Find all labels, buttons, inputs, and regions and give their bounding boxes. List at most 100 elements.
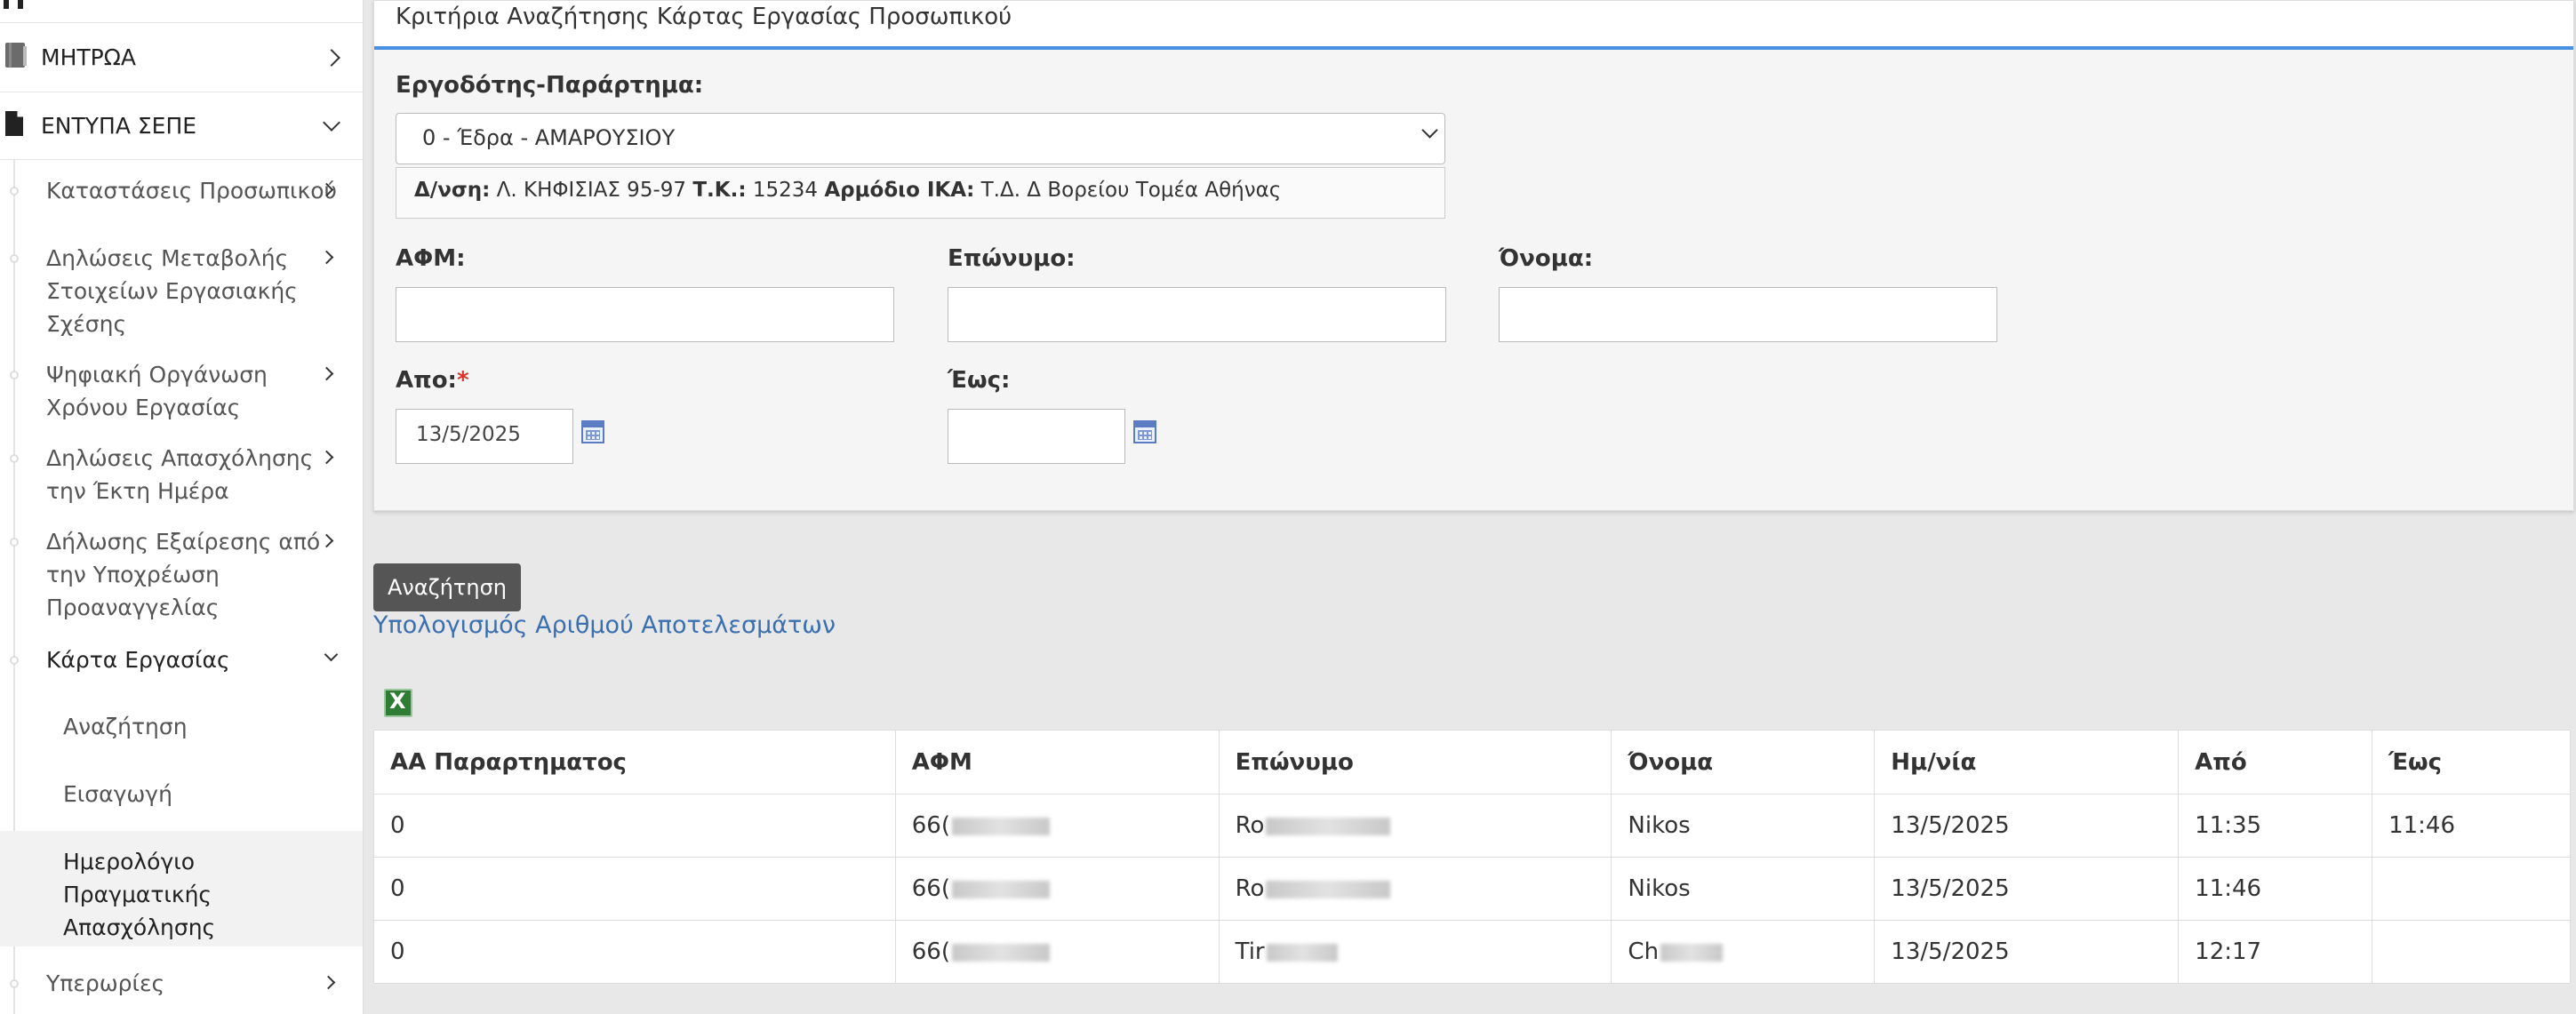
results-table: ΑΑ Παραρτηματος ΑΦΜ Επώνυμο Όνομα Ημ/νία… <box>373 730 2571 984</box>
sidebar-subitem-search[interactable]: Αναζήτηση <box>0 693 363 760</box>
tree-dot <box>10 454 19 463</box>
col-header-afm[interactable]: ΑΦΜ <box>894 730 1220 794</box>
sidebar-subitem-label: Καταστάσεις Προσωπικού <box>46 178 337 204</box>
redacted-blur <box>952 880 1050 898</box>
document-icon <box>4 110 25 142</box>
table-row[interactable]: 0 66( Ro Nikos 13/5/2025 11:35 11:46 <box>373 794 2571 858</box>
to-label: Έως: <box>948 367 1011 394</box>
sidebar-subitem-label: Κάρτα Εργασίας <box>46 647 230 673</box>
table-row[interactable]: 0 66( Ro Nikos 13/5/2025 11:46 <box>373 857 2571 921</box>
col-header-surname[interactable]: Επώνυμο <box>1218 730 1612 794</box>
panel-title: Κριτήρια Αναζήτησης Κάρτας Εργασίας Προσ… <box>396 4 1012 30</box>
ika-label: Αρμόδιο ΙΚΑ: <box>824 179 975 202</box>
cell-afm: 66( <box>894 920 1220 984</box>
postcode-value: 15234 <box>752 179 819 202</box>
employer-label: Εργοδότης-Παράρτημα: <box>396 72 704 99</box>
ika-value: Τ.Δ. Δ Βορείου Τομέα Αθήνας <box>980 179 1282 202</box>
search-criteria-panel: Κριτήρια Αναζήτησης Κάρτας Εργασίας Προσ… <box>373 0 2574 511</box>
cell-surname-text: Tir <box>1235 938 1265 965</box>
cell-name: Nikos <box>1611 794 1876 858</box>
panel-header: Κριτήρια Αναζήτησης Κάρτας Εργασίας Προσ… <box>374 1 2573 50</box>
cell-date: 13/5/2025 <box>1874 920 2180 984</box>
col-header-branch[interactable]: ΑΑ Παραρτηματος <box>373 730 896 794</box>
cell-afm-text: 66( <box>911 938 950 965</box>
employer-select[interactable]: 0 - Έδρα - ΑΜΑΡΟΥΣΙΟΥ <box>396 113 1445 164</box>
cell-branch: 0 <box>373 857 896 921</box>
sidebar-item-label: ΜΗΤΡΩΑ <box>41 44 136 70</box>
tree-dot <box>10 538 19 547</box>
calendar-icon[interactable] <box>1133 420 1156 443</box>
address-value: Λ. ΚΗΦΙΣΙΑΣ 95-97 <box>496 179 687 202</box>
address-label: Δ/νση: <box>414 179 491 202</box>
cell-name-text: Ch <box>1628 938 1660 965</box>
tree-dot <box>10 656 19 665</box>
grid-icon <box>4 0 23 9</box>
name-label: Όνομα: <box>1499 245 1594 272</box>
sidebar-subitem-calendar[interactable]: Ημερολόγιο Πραγματικής Απασχόλησης <box>0 831 363 946</box>
sidebar-subitem-exemption[interactable]: Δήλωσης Εξαίρεσης από την Υποχρέωση Προα… <box>0 525 363 627</box>
col-header-from[interactable]: Από <box>2178 730 2373 794</box>
chevron-right-icon <box>319 250 334 265</box>
sidebar-subitem-staff-statements[interactable]: Καταστάσεις Προσωπικού <box>0 174 363 210</box>
required-mark: * <box>456 367 469 394</box>
from-date-input[interactable]: 13/5/2025 <box>396 409 573 464</box>
chevron-down-icon <box>1421 122 1438 139</box>
surname-input[interactable] <box>948 287 1446 342</box>
cell-name: Ch <box>1611 920 1876 984</box>
chevron-down-icon <box>323 114 340 132</box>
col-header-to[interactable]: Έως <box>2372 730 2571 794</box>
tree-dot <box>10 371 19 379</box>
cell-from: 12:17 <box>2178 920 2373 984</box>
name-input[interactable] <box>1499 287 1997 342</box>
sidebar: ΜΗΤΡΩΑ ΕΝΤΥΠΑ ΣΕΠΕ Καταστάσεις Προσωπικο… <box>0 0 364 1014</box>
sidebar-item-registries[interactable]: ΜΗΤΡΩΑ <box>0 23 363 92</box>
cell-branch: 0 <box>373 920 896 984</box>
sidebar-subitem-digital-time[interactable]: Ψηφιακή Οργάνωση Χρόνου Εργασίας <box>0 358 363 426</box>
sidebar-subitem-label: Εισαγωγή <box>63 781 172 807</box>
from-label-text: Απο: <box>396 367 457 394</box>
redacted-blur <box>1266 880 1391 898</box>
cell-from: 11:35 <box>2178 794 2373 858</box>
chevron-down-icon <box>324 647 339 662</box>
cell-date: 13/5/2025 <box>1874 794 2180 858</box>
chevron-right-icon <box>321 975 336 990</box>
employer-info: Δ/νση: Λ. ΚΗΦΙΣΙΑΣ 95-97 Τ.Κ.: 15234 Αρμ… <box>396 167 1445 219</box>
sidebar-subitem-overtime[interactable]: Υπερωρίες <box>0 967 363 1004</box>
calendar-icon[interactable] <box>581 420 604 443</box>
cell-surname-text: Ro <box>1235 875 1265 902</box>
col-header-date[interactable]: Ημ/νία <box>1874 730 2180 794</box>
sidebar-subitem-work-card[interactable]: Κάρτα Εργασίας <box>0 643 363 681</box>
excel-icon-letter: X <box>389 689 406 714</box>
count-results-link[interactable]: Υπολογισμός Αριθμού Αποτελεσμάτων <box>373 611 836 639</box>
cell-from: 11:46 <box>2178 857 2373 921</box>
cell-afm: 66( <box>894 857 1220 921</box>
excel-export-icon[interactable]: X <box>384 689 412 717</box>
sidebar-top-item[interactable] <box>0 0 363 23</box>
cell-name: Nikos <box>1611 857 1876 921</box>
redacted-blur <box>1266 817 1391 835</box>
col-header-name[interactable]: Όνομα <box>1611 730 1876 794</box>
sidebar-subitem-status-changes[interactable]: Δηλώσεις Μεταβολής Στοιχείων Εργασιακής … <box>0 242 363 343</box>
chevron-right-icon <box>319 366 334 381</box>
sidebar-subitem-insert[interactable]: Εισαγωγή <box>0 760 363 831</box>
cell-surname: Ro <box>1218 794 1612 858</box>
redacted-blur <box>1660 943 1724 962</box>
cell-surname: Ro <box>1218 857 1612 921</box>
search-button[interactable]: Αναζήτηση <box>373 563 521 611</box>
afm-input[interactable] <box>396 287 894 342</box>
sidebar-item-label: ΕΝΤΥΠΑ ΣΕΠΕ <box>41 113 197 139</box>
cell-to: 11:46 <box>2372 794 2571 858</box>
cell-afm-text: 66( <box>911 875 950 902</box>
tree-dot <box>10 187 19 196</box>
redacted-blur <box>1266 943 1338 962</box>
sidebar-item-sepe-forms[interactable]: ΕΝΤΥΠΑ ΣΕΠΕ <box>0 92 363 160</box>
tree-dot <box>10 979 19 988</box>
cell-afm-text: 66( <box>911 812 950 839</box>
table-row[interactable]: 0 66( Tir Ch 13/5/2025 12:17 <box>373 920 2571 984</box>
cell-surname: Tir <box>1218 920 1612 984</box>
to-date-input[interactable] <box>948 409 1125 464</box>
postcode-label: Τ.Κ.: <box>692 179 747 202</box>
redacted-blur <box>952 943 1050 962</box>
sidebar-subitem-sixth-day[interactable]: Δηλώσεις Απασχόλησης την Έκτη Ημέρα <box>0 442 363 509</box>
sidebar-subitem-label: Ψηφιακή Οργάνωση Χρόνου Εργασίας <box>46 362 268 420</box>
